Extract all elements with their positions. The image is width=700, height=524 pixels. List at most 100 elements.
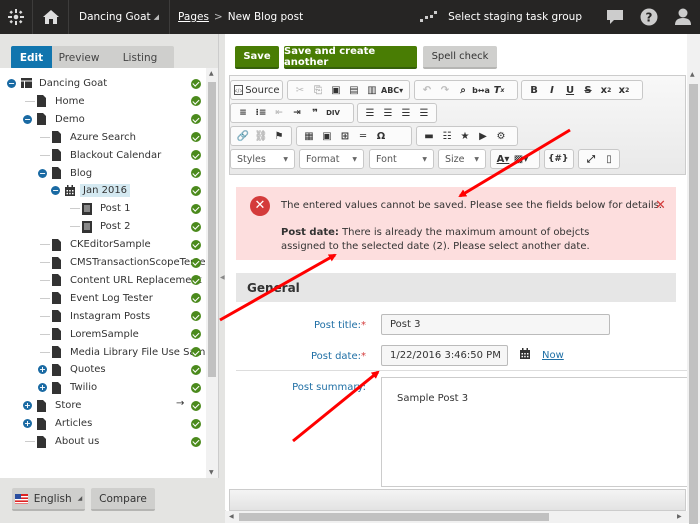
tree-node[interactable]: Media Library File Use Sam [52,344,208,361]
tree-node[interactable]: About us [37,433,102,450]
blockquote-icon[interactable]: ❞ [306,105,324,121]
copy-icon[interactable]: ⎘ [309,82,327,98]
table-icon[interactable]: ⊞ [336,128,354,144]
tree-node[interactable]: LoremSample [52,326,142,343]
tree-node-label[interactable]: Twilio [67,381,100,394]
redo-icon[interactable]: ↷ [436,82,454,98]
spell-check-button[interactable]: Spell check [423,46,497,69]
collapse-toggle-icon[interactable]: − [38,168,47,178]
paste-icon[interactable]: ▣ [327,82,345,98]
format-dropdown[interactable]: Format ▼ [299,149,364,169]
language-selector[interactable]: English ◢ [12,488,85,511]
font-dropdown[interactable]: Font ▼ [369,149,434,169]
tree-node-label[interactable]: Articles [52,417,95,430]
numbered-list-icon[interactable]: ≡ [234,105,252,121]
paste-text-icon[interactable]: ▤ [345,82,363,98]
tree-node-label[interactable]: CMSTransactionScopeTeste [67,256,208,269]
bold-icon[interactable]: B [525,82,543,98]
bulleted-list-icon[interactable]: ⁝≡ [252,105,270,121]
media-icon[interactable]: ▦ [300,128,318,144]
tree-node[interactable]: Post 2 [82,218,133,235]
tree-node-label[interactable]: Event Log Tester [67,292,156,305]
help-icon[interactable]: ? [632,0,666,34]
tree-node[interactable]: Jan 2016 [65,182,131,199]
collapse-toggle-icon[interactable]: − [51,186,60,196]
size-dropdown[interactable]: Size ▼ [438,149,486,169]
chat-icon[interactable] [598,0,632,34]
justify-icon[interactable]: ☰ [415,105,433,121]
staging-task-group-selector[interactable]: Select staging task group [420,11,598,23]
form-scrollbar-thumb[interactable] [689,84,698,524]
form-scrollbar[interactable]: ▲ [687,34,700,524]
tree-node[interactable]: CKEditorSample [52,236,154,253]
image-icon[interactable]: ▣ [318,128,336,144]
close-icon[interactable]: ✕ [655,198,666,213]
tree-scrollbar-thumb[interactable] [208,82,216,377]
kentico-logo-icon[interactable] [0,0,33,34]
tab-preview[interactable]: Preview [52,46,106,69]
inline-widget-icon[interactable]: ▬ [420,128,438,144]
tree-node[interactable]: CMSTransactionScopeTeste [52,254,208,271]
align-right-icon[interactable]: ☰ [397,105,415,121]
star-icon[interactable]: ★ [456,128,474,144]
tree-node-label[interactable]: Blackout Calendar [67,149,164,162]
expand-toggle-icon[interactable]: + [23,401,32,411]
now-link[interactable]: Now [542,350,564,361]
settings-icon[interactable]: ⚙ [492,128,510,144]
tab-edit[interactable]: Edit [11,46,52,69]
unlink-icon[interactable]: ⛓ [252,128,270,144]
tree-node[interactable]: Articles [37,415,95,432]
tree-node[interactable]: Home [37,93,88,110]
calendar-icon[interactable] [520,348,530,362]
tree-node-label[interactable]: LoremSample [67,328,142,341]
user-icon[interactable] [666,0,700,34]
paste-word-icon[interactable]: ▥ [363,82,381,98]
tree-node[interactable]: Blackout Calendar [52,147,164,164]
tree-node[interactable]: Post 1 [82,200,133,217]
scroll-up-icon[interactable]: ▲ [690,71,695,78]
tree-node[interactable]: Blog [52,165,95,182]
post-summary-editor[interactable]: Sample Post 3 [381,377,691,487]
find-icon[interactable]: ⌕ [454,82,472,98]
tree-node-label[interactable]: Jan 2016 [80,184,131,198]
tree-node-label[interactable]: Post 1 [97,202,133,215]
styles-dropdown[interactable]: Styles ▼ [230,149,295,169]
tree-node[interactable]: Store [37,397,84,414]
tree-node[interactable]: Dancing Goat [21,75,110,92]
special-char-icon[interactable]: Ω [372,128,390,144]
tree-node[interactable]: Instagram Posts [52,308,153,325]
maximize-icon[interactable]: ⤢ [582,151,600,167]
tree-node-label[interactable]: Azure Search [67,131,139,144]
tab-listing[interactable]: Listing [106,46,174,69]
collapse-icon[interactable]: ◀ [220,274,225,281]
youtube-icon[interactable]: ▶ [474,128,492,144]
tree-node-label[interactable]: Blog [67,167,95,180]
link-icon[interactable]: 🔗 [234,128,252,144]
indent-icon[interactable]: ⇥ [288,105,306,121]
remove-format-icon[interactable]: Tx [490,82,508,98]
post-date-input[interactable]: 1/22/2016 3:46:50 PM [381,345,508,366]
strikethrough-icon[interactable]: S [579,82,597,98]
tree-node-label[interactable]: Instagram Posts [67,310,153,323]
scroll-left-icon[interactable]: ◀ [229,513,234,520]
anchor-icon[interactable]: ⚑ [270,128,288,144]
align-left-icon[interactable]: ☰ [361,105,379,121]
cut-icon[interactable]: ✂ [291,82,309,98]
tree-node-label[interactable]: Dancing Goat [36,77,110,90]
tree-node[interactable]: Content URL Replacement [52,272,205,289]
undo-icon[interactable]: ↶ [418,82,436,98]
text-color-icon[interactable]: A▾ [494,151,512,167]
tree-node[interactable]: Quotes [52,361,109,378]
spellcheck-icon[interactable]: ABC▾ [381,82,403,98]
tree-node-label[interactable]: Demo [52,113,88,126]
site-selector[interactable]: Dancing Goat ◢ [69,0,171,34]
show-blocks-icon[interactable]: ▯ [600,151,618,167]
source-button[interactable]: </> Source [234,82,280,98]
save-and-create-another-button[interactable]: Save and create another [284,46,417,69]
underline-icon[interactable]: U [561,82,579,98]
superscript-icon[interactable]: x2 [615,82,633,98]
tree-node-label[interactable]: Post 2 [97,220,133,233]
tree-node-label[interactable]: Content URL Replacement [67,274,205,287]
align-center-icon[interactable]: ☰ [379,105,397,121]
horizontal-scrollbar[interactable]: ◀ ▶ [225,511,687,523]
